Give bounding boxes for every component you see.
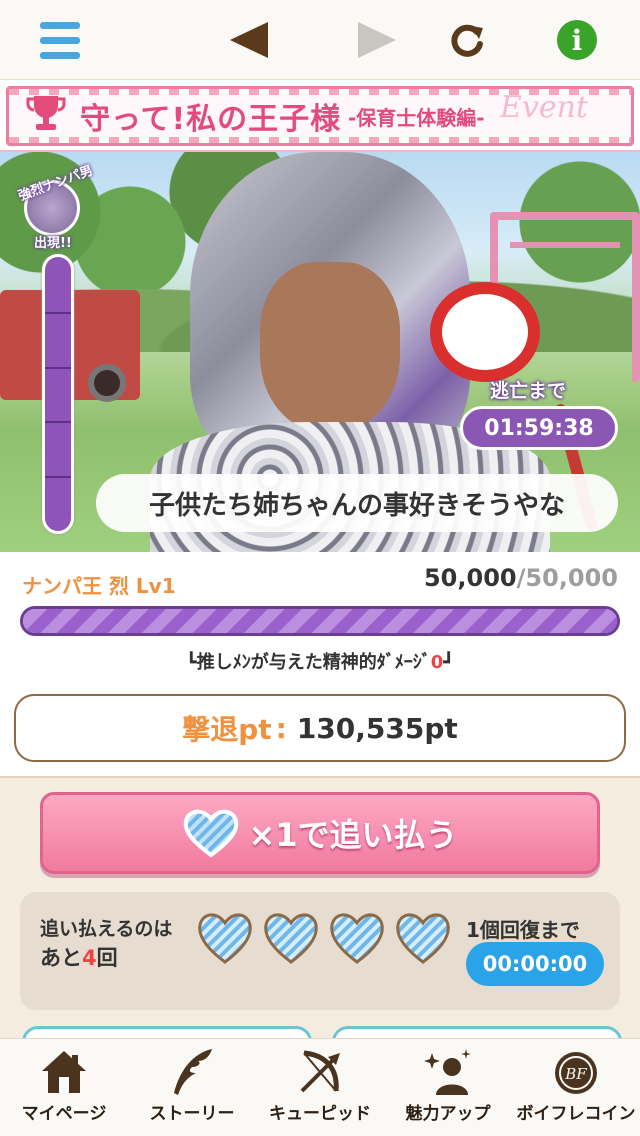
menu-button[interactable] (33, 14, 87, 66)
nav-story[interactable]: ストーリー (128, 1039, 256, 1136)
back-arrow-icon (230, 22, 268, 58)
heart-icon (396, 913, 450, 964)
nav-cupid[interactable]: キューピッド (256, 1039, 384, 1136)
nav-coin-label: ボイフレコイン (516, 1104, 636, 1124)
svg-text:BF: BF (564, 1065, 587, 1083)
nav-mypage-label: マイページ (21, 1104, 107, 1124)
gauge-segment-divider (45, 421, 71, 424)
heart-icon (184, 809, 239, 858)
top-bar: i (0, 0, 640, 80)
boss-name: ナンパ王 烈 Lv1 (22, 574, 176, 598)
remaining-text-line2: あと4回 (40, 946, 118, 970)
forward-arrow-icon (358, 22, 396, 58)
damage-label: ┗推しﾒﾝが与えた精神的ﾀﾞﾒｰｼﾞ (185, 652, 431, 673)
house-icon (42, 1051, 86, 1093)
heart-icon (198, 913, 252, 964)
recover-label: 1個回復まで (466, 918, 580, 942)
back-button[interactable] (222, 14, 276, 66)
repel-button[interactable]: ×1で追い払う (40, 792, 600, 874)
hp-fill (23, 609, 617, 633)
gauge-fill (45, 257, 71, 531)
bow-icon (300, 1050, 340, 1093)
remaining-text-line1: 追い払えるのは (40, 918, 173, 940)
repel-points-value: 130,535pt (296, 711, 458, 745)
info-button[interactable]: i (550, 14, 604, 66)
event-title: 守って!私の王子様 (80, 102, 342, 137)
reload-button[interactable] (440, 14, 494, 66)
gauge-bar (42, 254, 74, 534)
repel-button-label: ×1で追い払う (248, 816, 458, 854)
sparkle-person-icon (424, 1049, 471, 1095)
damage-value: 0 (430, 652, 444, 673)
escape-timer: 01:59:38 (460, 406, 618, 450)
heart-icon (264, 913, 318, 964)
gauge-bottom-label: 出現!! (34, 236, 72, 251)
den-den-drum (430, 282, 540, 382)
trophy-icon (26, 96, 66, 130)
gauge-segment-divider (45, 366, 71, 369)
forward-button[interactable] (350, 14, 404, 66)
nav-mypage[interactable]: マイページ (0, 1039, 128, 1136)
speech-bubble: 子供たち姉ちゃんの事好きそうやな (96, 474, 618, 532)
nav-coin[interactable]: BF ボイフレコイン (512, 1039, 640, 1136)
quill-icon (174, 1049, 212, 1095)
event-deco-text: Event (500, 90, 588, 125)
event-banner: 守って!私の王子様 Event -保育士体験編- (0, 80, 640, 152)
hp-current: 50,000 (423, 564, 517, 592)
boss-hp: 50,000/50,000 (424, 564, 618, 592)
event-subtitle: -保育士体験編- (348, 106, 485, 130)
escape-timer-label: 逃亡まで (490, 380, 567, 402)
remaining-count: 4 (82, 946, 97, 970)
appearance-gauge: 強烈ナンパ男 出現!! (17, 163, 95, 534)
hp-max: /50,000 (516, 564, 618, 592)
damage-line: ┗推しﾒﾝが与えた精神的ﾀﾞﾒｰｼﾞ0┛ (0, 648, 640, 674)
info-icon: i (557, 20, 597, 60)
repel-points-label: 撃退pt (182, 713, 272, 746)
heart-icon (330, 913, 384, 964)
nav-cupid-label: キューピッド (269, 1104, 371, 1124)
nav-charm-up[interactable]: 魅力アップ (384, 1039, 512, 1136)
hamburger-icon (40, 18, 80, 63)
recover-timer: 00:00:00 (466, 942, 604, 986)
reload-icon (451, 24, 483, 57)
damage-end: ┛ (443, 652, 455, 673)
gauge-segment-divider (45, 311, 71, 314)
hp-bar (20, 606, 620, 636)
nav-charm-up-label: 魅力アップ (405, 1104, 491, 1124)
repel-points-box: 撃退pt : 130,535pt (14, 694, 626, 762)
nav-story-label: ストーリー (149, 1104, 235, 1124)
bottom-nav: マイページ ストーリー キューピッド 魅力アップ BF ボイフレコイン (0, 1038, 640, 1136)
coin-icon: BF (555, 1052, 597, 1094)
repel-points-colon: : (275, 711, 287, 745)
gauge-segment-divider (45, 476, 71, 479)
